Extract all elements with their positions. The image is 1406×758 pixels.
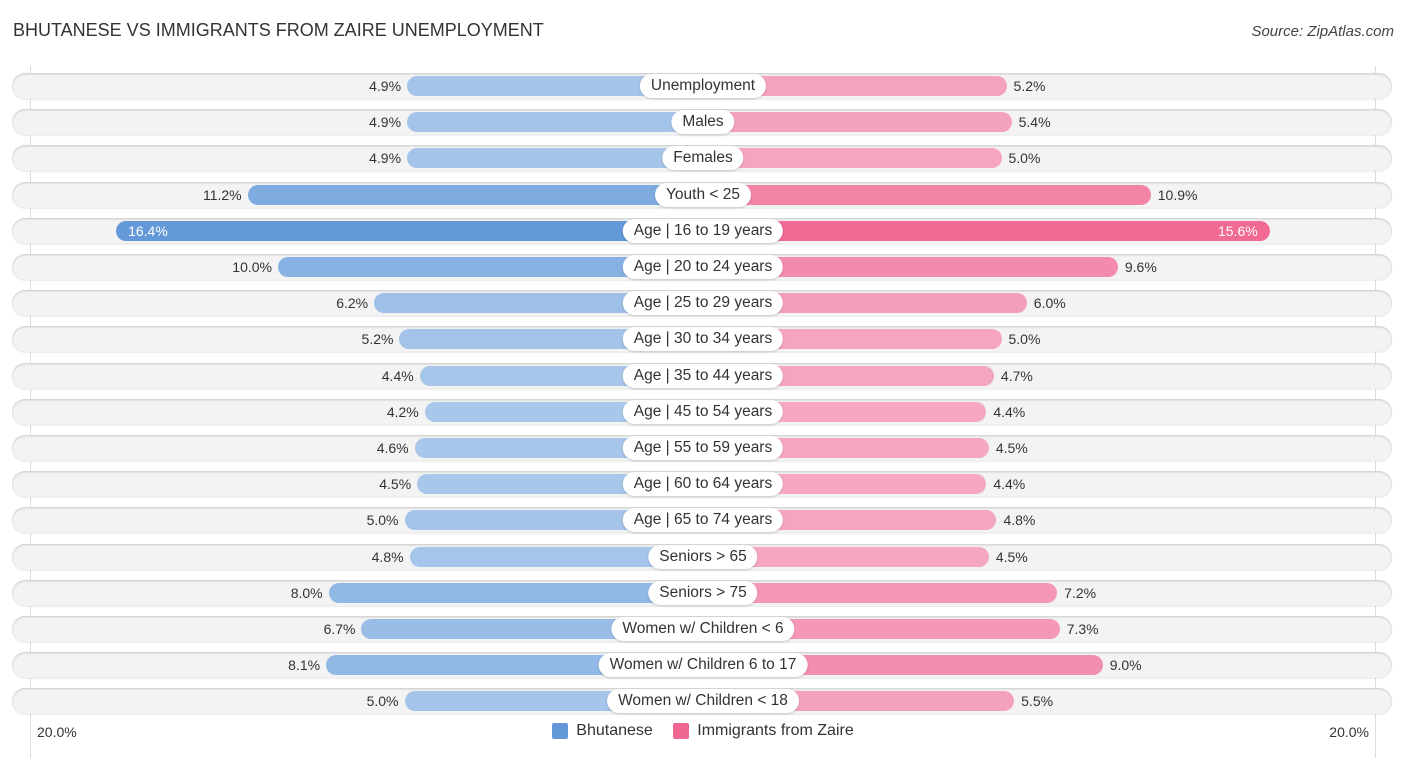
bar-bhutanese[interactable] <box>328 582 703 603</box>
category-label: Age | 25 to 29 years <box>622 291 784 316</box>
category-label: Youth < 25 <box>655 182 751 207</box>
legend-swatch-bhutanese <box>552 723 569 739</box>
category-label: Age | 16 to 19 years <box>622 218 784 243</box>
category-label: Females <box>662 146 744 171</box>
bar-immigrants-from-zaire[interactable] <box>703 148 1002 169</box>
value-label-immigrants-from-zaire: 7.2% <box>1064 584 1097 601</box>
legend-item-immigrants-from-zaire[interactable]: Immigrants from Zaire <box>673 722 854 740</box>
value-label-immigrants-from-zaire: 5.0% <box>1008 150 1041 167</box>
value-label-bhutanese: 4.9% <box>369 114 402 131</box>
value-label-bhutanese: 5.0% <box>366 693 399 710</box>
value-label-immigrants-from-zaire: 4.4% <box>993 476 1026 493</box>
value-label-bhutanese: 4.9% <box>369 150 402 167</box>
category-label: Women w/ Children < 18 <box>607 689 799 714</box>
value-label-immigrants-from-zaire: 4.7% <box>1000 367 1033 384</box>
category-label: Age | 65 to 74 years <box>622 508 784 533</box>
value-label-immigrants-from-zaire: 10.9% <box>1157 186 1198 203</box>
legend-swatch-immigrants-from-zaire <box>673 723 690 739</box>
value-label-immigrants-from-zaire: 5.2% <box>1013 78 1046 94</box>
value-label-bhutanese: 8.1% <box>288 657 321 674</box>
category-label: Unemployment <box>639 74 767 98</box>
value-label-bhutanese: 10.0% <box>232 259 272 275</box>
category-label: Women w/ Children < 6 <box>611 617 795 641</box>
category-label: Seniors > 75 <box>648 580 758 605</box>
legend-item-bhutanese[interactable]: Bhutanese <box>552 722 653 740</box>
bar-immigrants-from-zaire[interactable] <box>703 184 1151 205</box>
category-label: Age | 20 to 24 years <box>622 255 784 279</box>
category-label: Seniors > 65 <box>648 544 758 569</box>
value-label-bhutanese: 5.2% <box>361 331 394 348</box>
legend: Bhutanese Immigrants from Zaire <box>0 722 1406 744</box>
value-label-immigrants-from-zaire: 5.0% <box>1008 331 1041 348</box>
value-label-immigrants-from-zaire: 9.0% <box>1109 657 1142 674</box>
value-label-immigrants-from-zaire: 9.6% <box>1124 259 1157 275</box>
bar-bhutanese[interactable] <box>116 220 703 241</box>
bar-bhutanese[interactable] <box>407 112 703 133</box>
value-label-immigrants-from-zaire: 4.5% <box>995 548 1028 565</box>
source-label: Source: ZipAtlas.com <box>1251 23 1394 40</box>
category-label: Women w/ Children 6 to 17 <box>598 653 808 678</box>
value-label-bhutanese: 6.2% <box>336 295 369 312</box>
category-label: Age | 45 to 54 years <box>622 399 784 424</box>
chart-title: BHUTANESE VS IMMIGRANTS FROM ZAIRE UNEMP… <box>13 20 544 40</box>
value-label-immigrants-from-zaire: 4.8% <box>1003 512 1036 529</box>
value-label-bhutanese: 4.2% <box>386 403 419 420</box>
legend-label-bhutanese: Bhutanese <box>576 722 653 739</box>
legend-label-immigrants-from-zaire: Immigrants from Zaire <box>697 722 854 739</box>
value-label-bhutanese: 8.0% <box>290 584 323 601</box>
value-label-immigrants-from-zaire: 5.4% <box>1018 114 1051 131</box>
value-label-bhutanese: 16.4% <box>128 222 168 239</box>
value-label-bhutanese: 4.5% <box>379 476 412 493</box>
category-label: Age | 60 to 64 years <box>622 472 784 497</box>
value-label-bhutanese: 5.0% <box>366 512 399 529</box>
value-label-bhutanese: 4.6% <box>376 440 409 456</box>
value-label-bhutanese: 6.7% <box>323 621 356 637</box>
value-label-bhutanese: 4.9% <box>369 78 402 94</box>
category-label: Age | 55 to 59 years <box>622 436 784 460</box>
bar-bhutanese[interactable] <box>247 184 703 205</box>
value-label-bhutanese: 4.8% <box>371 548 404 565</box>
bar-immigrants-from-zaire[interactable] <box>703 112 1012 133</box>
value-label-immigrants-from-zaire: 6.0% <box>1033 295 1066 312</box>
value-label-immigrants-from-zaire: 4.5% <box>995 440 1028 456</box>
category-label: Age | 30 to 34 years <box>622 327 784 352</box>
bar-bhutanese[interactable] <box>407 148 703 169</box>
value-label-immigrants-from-zaire: 4.4% <box>993 403 1026 420</box>
category-label: Age | 35 to 44 years <box>622 363 784 388</box>
value-label-immigrants-from-zaire: 15.6% <box>1217 222 1258 239</box>
category-label: Males <box>671 110 735 135</box>
bar-immigrants-from-zaire[interactable] <box>703 220 1270 241</box>
value-label-immigrants-from-zaire: 7.3% <box>1066 621 1099 637</box>
value-label-bhutanese: 11.2% <box>202 186 242 203</box>
value-label-immigrants-from-zaire: 5.5% <box>1021 693 1054 710</box>
value-label-bhutanese: 4.4% <box>381 367 414 384</box>
